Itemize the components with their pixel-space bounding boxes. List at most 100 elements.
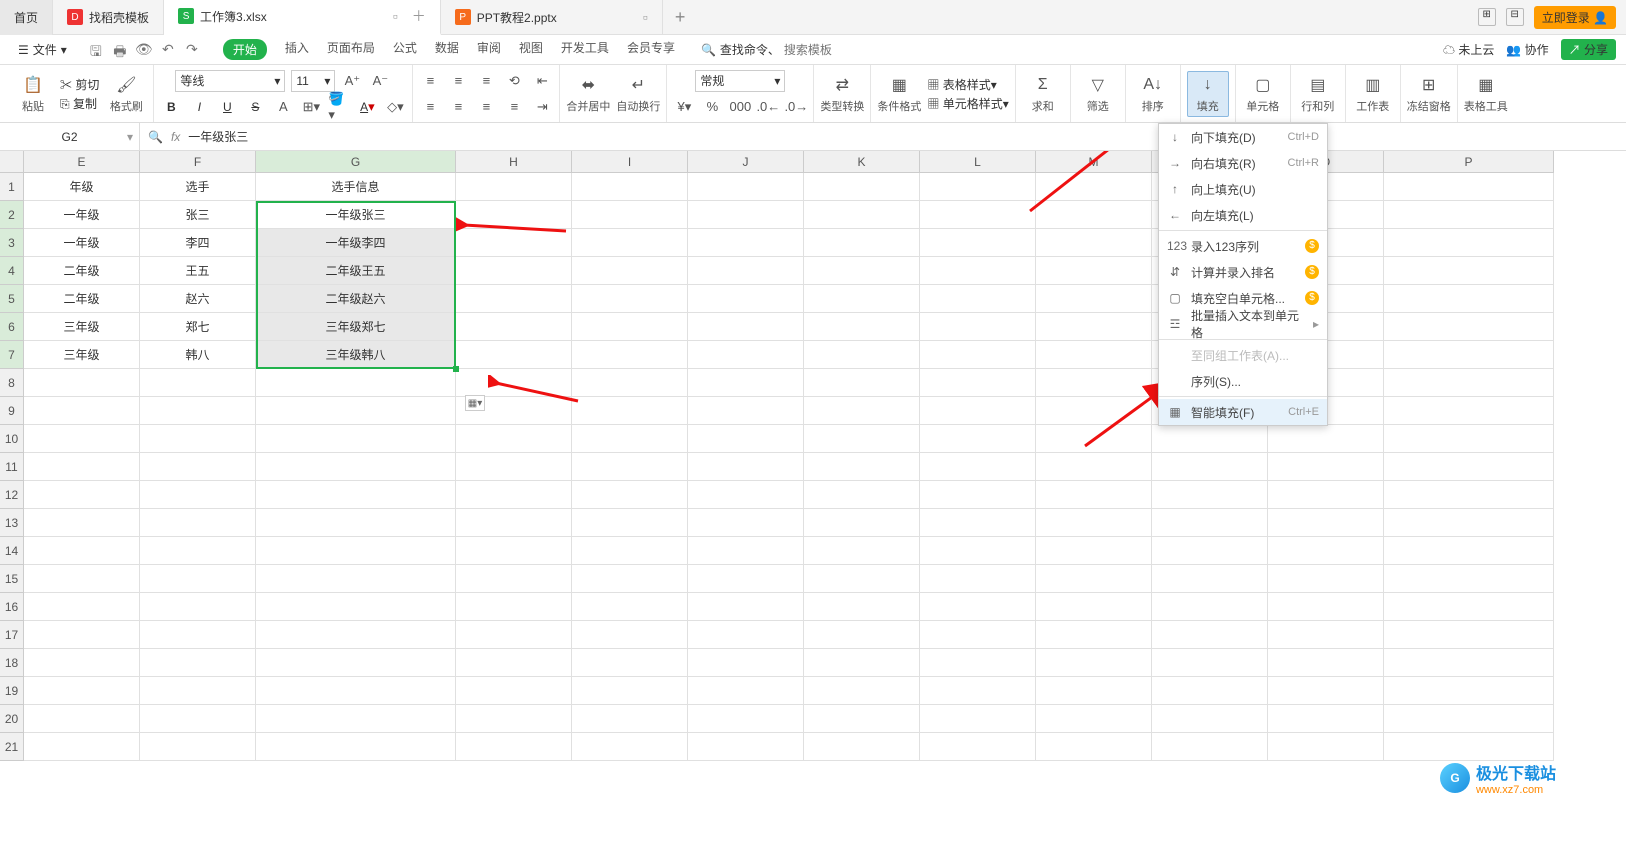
cell[interactable]	[1384, 425, 1554, 453]
cell[interactable]	[572, 453, 688, 481]
cell[interactable]	[1384, 341, 1554, 369]
cell[interactable]	[804, 285, 920, 313]
cell[interactable]	[256, 565, 456, 593]
rowhead-18[interactable]: 18	[0, 649, 24, 677]
cell[interactable]	[1384, 481, 1554, 509]
colhead-E[interactable]: E	[24, 151, 140, 173]
cell[interactable]	[572, 425, 688, 453]
cell[interactable]	[456, 565, 572, 593]
cell[interactable]	[804, 229, 920, 257]
cell[interactable]	[456, 537, 572, 565]
currency-icon[interactable]: ¥▾	[673, 96, 695, 118]
cell[interactable]	[688, 537, 804, 565]
cell[interactable]	[1036, 537, 1152, 565]
tab-template[interactable]: D 找稻壳模板	[53, 0, 164, 35]
cut-button[interactable]: ✂ 剪切	[60, 76, 99, 93]
superscript-icon[interactable]: A	[272, 96, 294, 118]
cell[interactable]	[688, 257, 804, 285]
colhead-K[interactable]: K	[804, 151, 920, 173]
redo-icon[interactable]: ↷	[183, 41, 201, 59]
indent-inc-icon[interactable]: ⇥	[531, 96, 553, 118]
cellstyle-button[interactable]: ▦ 单元格样式▾	[927, 95, 1008, 112]
cell[interactable]	[920, 425, 1036, 453]
percent-icon[interactable]: %	[701, 96, 723, 118]
fill-handle[interactable]	[453, 366, 459, 372]
cell[interactable]	[920, 481, 1036, 509]
cell[interactable]: 选手	[140, 173, 256, 201]
grid-icon[interactable]: ⊞	[1478, 8, 1496, 26]
colhead-F[interactable]: F	[140, 151, 256, 173]
menu-view[interactable]: 视图	[519, 39, 543, 60]
cell[interactable]	[456, 593, 572, 621]
cell[interactable]	[572, 677, 688, 705]
rowhead-13[interactable]: 13	[0, 509, 24, 537]
cell[interactable]	[456, 509, 572, 537]
cell[interactable]	[256, 649, 456, 677]
cell[interactable]	[688, 565, 804, 593]
cell[interactable]	[456, 285, 572, 313]
cell[interactable]	[688, 369, 804, 397]
font-select[interactable]: 等线▾	[175, 70, 285, 92]
cell[interactable]	[1384, 313, 1554, 341]
undo-icon[interactable]: ↶	[159, 41, 177, 59]
tab-menu-icon[interactable]: ▫	[393, 8, 398, 24]
cell[interactable]	[572, 257, 688, 285]
row-headers[interactable]: 123456789101112131415161718192021	[0, 173, 24, 761]
fill-button[interactable]: ↓填充	[1187, 71, 1229, 117]
cell[interactable]	[1384, 509, 1554, 537]
cell[interactable]	[256, 705, 456, 733]
cell[interactable]	[256, 425, 456, 453]
fill-series-item[interactable]: 序列(S)...	[1159, 368, 1327, 394]
numberformat-select[interactable]: 常规▾	[695, 70, 785, 92]
cell[interactable]	[920, 509, 1036, 537]
cell[interactable]	[1036, 453, 1152, 481]
cell[interactable]	[256, 453, 456, 481]
cell[interactable]	[1268, 509, 1384, 537]
align-top-icon[interactable]: ≡	[419, 70, 441, 92]
preview-icon[interactable]: 👁	[135, 41, 153, 59]
cell[interactable]: 李四	[140, 229, 256, 257]
rowhead-6[interactable]: 6	[0, 313, 24, 341]
cell[interactable]	[804, 341, 920, 369]
colhead-M[interactable]: M	[1036, 151, 1152, 173]
cell[interactable]	[1036, 425, 1152, 453]
cell[interactable]	[920, 173, 1036, 201]
orient-icon[interactable]: ⟲	[503, 70, 525, 92]
fill-seq123-item[interactable]: 123录入123序列$	[1159, 233, 1327, 259]
cell[interactable]	[1384, 397, 1554, 425]
cell[interactable]	[1384, 649, 1554, 677]
cell[interactable]	[140, 649, 256, 677]
cell[interactable]	[804, 537, 920, 565]
cell[interactable]	[920, 733, 1036, 761]
menu-insert[interactable]: 插入	[285, 39, 309, 60]
cell[interactable]	[920, 537, 1036, 565]
colhead-G[interactable]: G	[256, 151, 456, 173]
cell[interactable]	[1152, 677, 1268, 705]
cell[interactable]	[1036, 509, 1152, 537]
cell[interactable]	[920, 649, 1036, 677]
cell[interactable]	[1268, 565, 1384, 593]
colhead-L[interactable]: L	[920, 151, 1036, 173]
cell[interactable]	[1268, 453, 1384, 481]
cell[interactable]	[1036, 313, 1152, 341]
cell[interactable]	[1036, 733, 1152, 761]
rowhead-4[interactable]: 4	[0, 257, 24, 285]
cell[interactable]	[572, 397, 688, 425]
cell[interactable]	[688, 341, 804, 369]
paste-button[interactable]: 📋粘贴	[12, 74, 54, 114]
colhead-P[interactable]: P	[1384, 151, 1554, 173]
cell[interactable]	[688, 313, 804, 341]
cell[interactable]	[1036, 257, 1152, 285]
cell[interactable]	[688, 201, 804, 229]
rowhead-16[interactable]: 16	[0, 593, 24, 621]
cell[interactable]	[24, 453, 140, 481]
share-button[interactable]: ↗ 分享	[1561, 39, 1616, 60]
cell[interactable]	[1036, 285, 1152, 313]
fontsize-select[interactable]: 11▾	[291, 70, 335, 92]
coop-button[interactable]: 👥 协作	[1506, 41, 1548, 58]
cell[interactable]: 三年级	[24, 313, 140, 341]
align-mid-icon[interactable]: ≡	[447, 70, 469, 92]
login-button[interactable]: 立即登录 👤	[1534, 6, 1616, 29]
cell[interactable]	[1268, 621, 1384, 649]
wrap-button[interactable]: ↵自动换行	[616, 74, 660, 114]
